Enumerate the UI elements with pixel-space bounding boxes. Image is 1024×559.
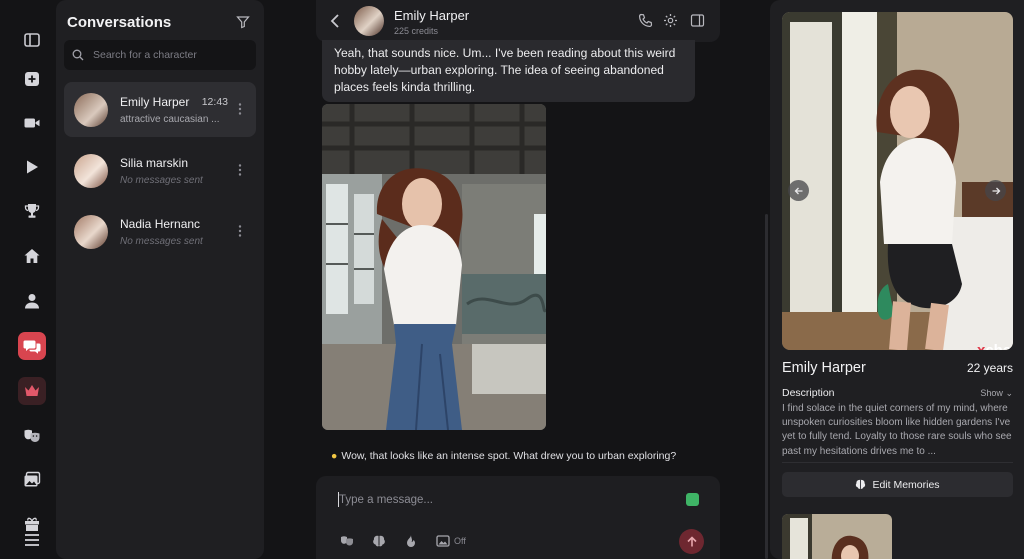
profile-name: Emily Harper [782,360,866,376]
menu-icon [25,534,39,546]
flame-icon[interactable] [404,534,418,548]
edit-memories-label: Edit Memories [872,478,940,491]
settings-icon[interactable] [663,13,678,28]
message-bubble: Yeah, that sounds nice. Um... I've been … [322,40,695,102]
suggested-reply-text: Wow, that looks like an intense spot. Wh… [341,450,677,462]
gallery-icon [24,471,41,487]
chat-header: Emily Harper 225 credits [316,0,720,42]
premium-button[interactable] [18,377,46,405]
message-input[interactable] [339,492,659,508]
leaderboard-button[interactable] [18,197,46,225]
thumbnail-photo [782,514,892,559]
chat-button[interactable] [18,332,46,360]
image-icon[interactable] [436,534,450,548]
video-button[interactable] [18,109,46,137]
show-description-button[interactable]: Show ⌄ [980,388,1013,399]
search-icon [72,49,84,61]
trophy-icon [24,204,40,218]
avatar [74,215,108,249]
more-options-icon[interactable] [238,224,242,238]
chat-area: Emily Harper 225 credits Yeah, that soun… [264,0,764,559]
chevron-down-icon: ⌄ [1005,388,1013,398]
plus-square-icon [25,72,39,86]
gallery-thumbnail[interactable] [782,514,892,559]
chat-icon [23,340,41,354]
conversation-name: Nadia Hernanc [120,217,200,231]
abandoned-building-photo [322,104,546,430]
conversation-preview: No messages sent [120,175,203,186]
chat-scrollbar[interactable] [765,214,768,559]
credits-count: 225 credits [394,26,439,36]
profile-photo[interactable]: xchar [782,12,1013,350]
profile-button[interactable] [18,287,46,315]
conversation-preview: No messages sent [120,236,203,247]
back-icon[interactable] [328,13,342,29]
more-options-icon[interactable] [238,163,242,177]
description-label: Description [782,387,835,399]
brain-icon[interactable] [372,534,386,548]
play-button[interactable] [18,153,46,181]
sidebar-toggle-button[interactable] [18,26,46,54]
conversation-name: Silia marskin [120,156,189,170]
arrow-right-icon [992,187,1000,194]
conversation-item-emily-harper[interactable]: Emily Harper 12:43 attractive caucasian … [64,82,256,137]
gallery-button[interactable] [18,466,46,494]
menu-button[interactable] [18,526,46,554]
send-button[interactable] [679,529,704,554]
phone-icon[interactable] [638,13,653,28]
message-image[interactable] [322,104,546,430]
home-button[interactable] [18,242,46,270]
conversation-item-nadia-hernandez[interactable]: Nadia Hernanc No messages sent [64,204,256,259]
bedroom-portrait-photo [782,12,1013,350]
character-profile-panel: xchar Emily Harper 22 years Description … [770,0,1024,559]
previous-image-button[interactable] [788,180,809,201]
brand-watermark: xchar [977,342,1013,350]
arrow-left-icon [794,187,802,194]
more-options-icon[interactable] [238,102,242,116]
icon-rail [0,0,56,559]
app-window: Conversations Emily Harper 12:43 attract… [0,0,1024,559]
conversation-name: Emily Harper [120,95,190,109]
create-button[interactable] [18,65,46,93]
avatar [74,93,108,127]
character-name: Emily Harper [394,8,470,23]
arrow-up-icon [686,535,697,546]
conversation-time: 12:43 [201,96,228,108]
suggested-reply[interactable]: ● Wow, that looks like an intense spot. W… [331,450,676,462]
play-icon [27,160,38,174]
crown-icon [25,385,39,396]
brain-icon [856,479,866,489]
home-icon [24,249,40,263]
avatar[interactable] [354,6,384,36]
conversations-panel: Conversations Emily Harper 12:43 attract… [56,0,264,559]
profile-age: 22 years [966,361,1013,375]
image-toggle-label: Off [454,536,466,546]
conversations-title: Conversations [67,14,172,31]
divider [782,462,1013,463]
user-icon [25,294,39,309]
sidebar-toggle-icon [24,33,40,47]
conversation-preview: attractive caucasian ... [120,114,220,125]
message-composer: Off [316,476,720,559]
filter-icon[interactable] [236,15,250,29]
next-image-button[interactable] [985,180,1006,201]
character-search [64,40,256,70]
roleplay-button[interactable] [18,422,46,450]
video-icon [24,118,40,128]
edit-memories-button[interactable]: Edit Memories [782,472,1013,497]
roleplay-mask-icon[interactable] [340,534,354,548]
description-text: I find solace in the quiet corners of my… [782,403,1012,457]
lightbulb-icon: ● [331,450,338,462]
conversation-item-silia-marskin[interactable]: Silia marskin No messages sent [64,143,256,198]
panel-toggle-icon[interactable] [690,13,705,28]
masks-icon [24,429,40,442]
search-input[interactable] [93,49,243,61]
avatar [74,154,108,188]
assistant-icon[interactable] [686,493,699,506]
